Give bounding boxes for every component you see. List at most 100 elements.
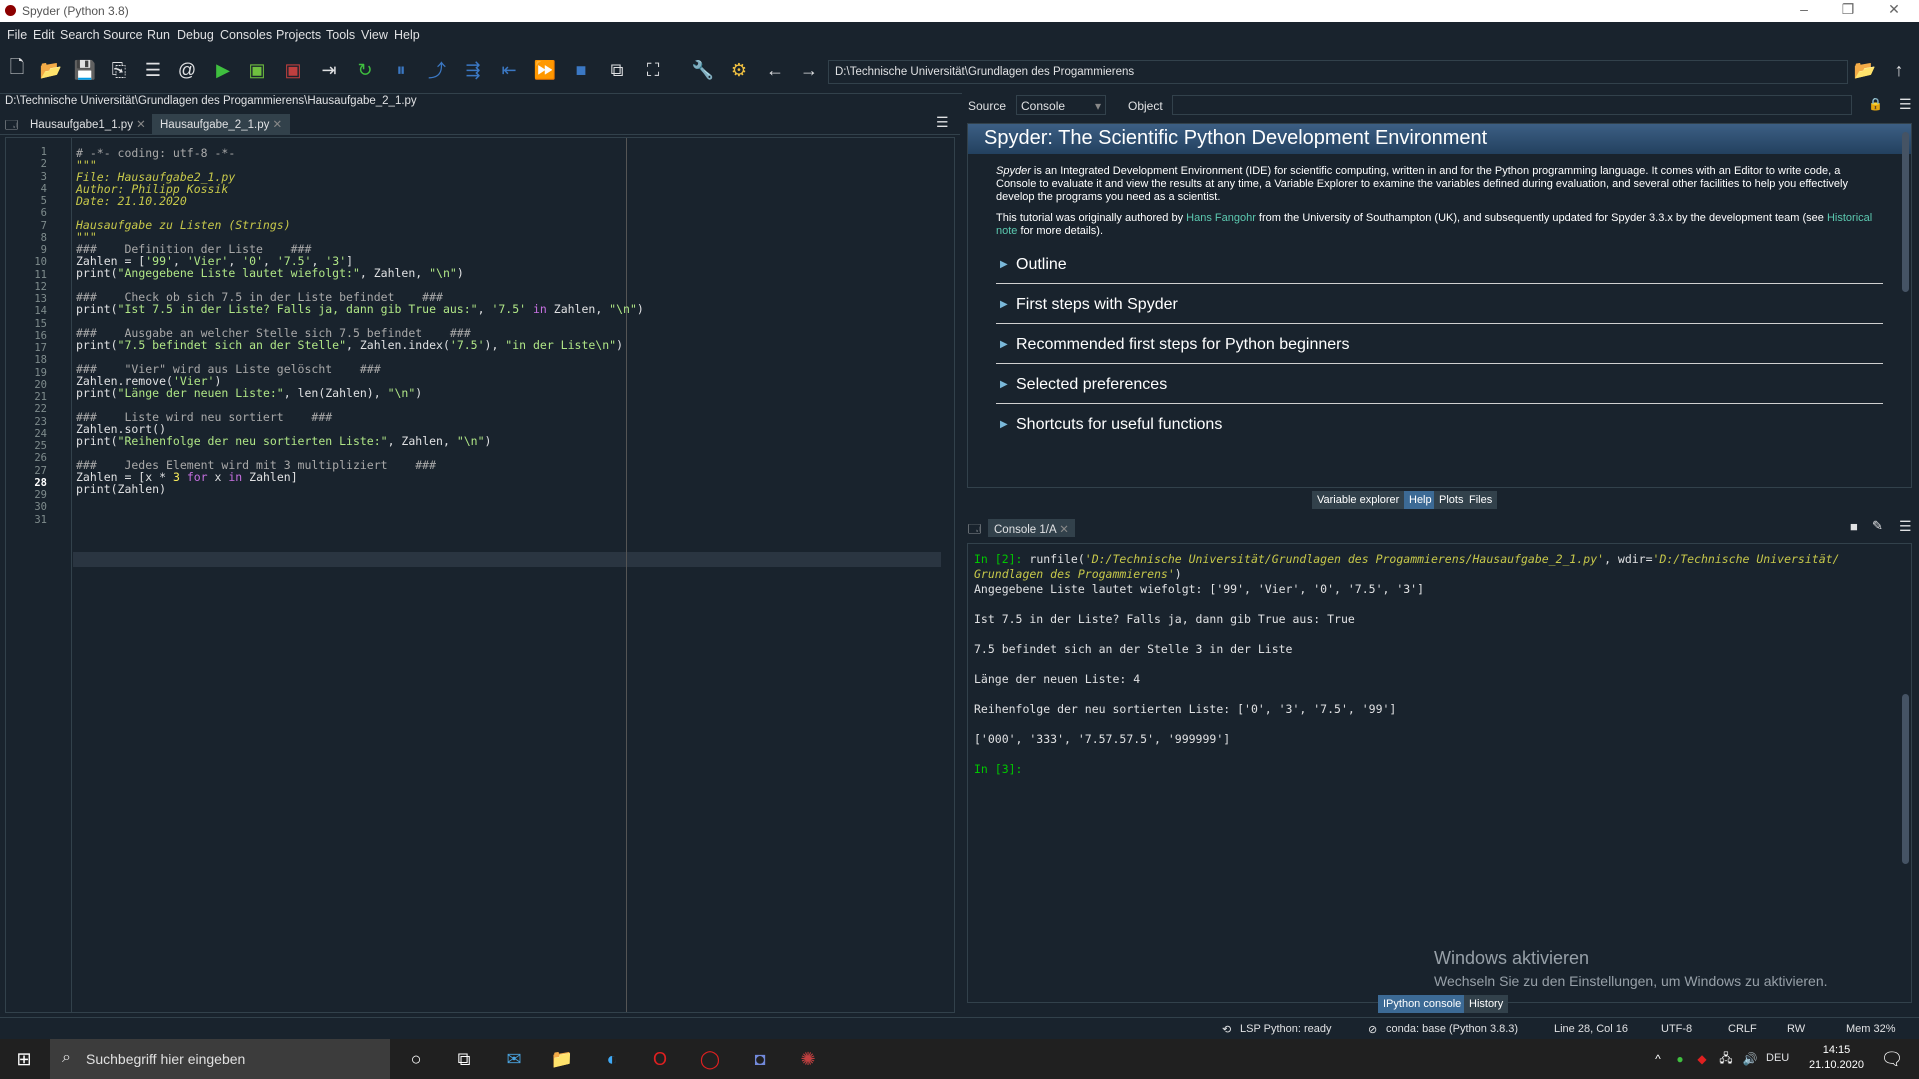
- code-editor[interactable]: 1 2 3 4 5 6 7 8 9 10 11 12 13 14 15 16 17 18 19 20 21 22 23 24 2…: [5, 137, 955, 1013]
- help-options-icon[interactable]: ☰: [1899, 96, 1912, 113]
- continue-icon[interactable]: ⏩: [532, 57, 558, 83]
- open-file-icon[interactable]: 📂: [38, 57, 64, 83]
- fullscreen-icon[interactable]: ⛶: [640, 57, 666, 83]
- taskbar-clock[interactable]: 14:15 21.10.2020: [1809, 1044, 1864, 1071]
- tray-app-icon[interactable]: ●: [1668, 1047, 1692, 1071]
- rerun-icon[interactable]: ↻: [352, 57, 378, 83]
- tab-hausaufgabe-2-1[interactable]: Hausaufgabe_2_1.py ✕: [152, 114, 291, 134]
- menu-help[interactable]: Help: [394, 28, 420, 42]
- save-all-icon[interactable]: ⎘: [106, 57, 132, 83]
- mail-icon[interactable]: ✉: [502, 1047, 526, 1071]
- task-view-icon[interactable]: ⧉: [452, 1047, 476, 1071]
- menu-file[interactable]: File: [7, 28, 27, 42]
- discord-icon[interactable]: ◘: [748, 1047, 772, 1071]
- run-cell-icon[interactable]: ▣: [244, 57, 270, 83]
- menu-consoles[interactable]: Consoles: [220, 28, 272, 42]
- tray-chevron-icon[interactable]: ^: [1646, 1047, 1670, 1071]
- menu-debug[interactable]: Debug: [177, 28, 214, 42]
- browse-tabs-icon[interactable]: 🗔: [5, 116, 18, 137]
- lock-icon[interactable]: 🔒: [1868, 97, 1883, 111]
- close-tab-icon[interactable]: ✕: [1059, 524, 1069, 536]
- menu-tools[interactable]: Tools: [326, 28, 355, 42]
- step-return-icon[interactable]: ⇤: [496, 57, 522, 83]
- restore-icon[interactable]: ❐: [1838, 1, 1858, 18]
- help-scrollbar[interactable]: [1902, 132, 1909, 292]
- section-preferences[interactable]: ▶ Selected preferences: [996, 364, 1883, 404]
- browse-tabs-icon[interactable]: 🗔: [968, 520, 981, 541]
- run-icon[interactable]: ▶: [210, 57, 236, 83]
- section-beginners[interactable]: ▶ Recommended first steps for Python begi…: [996, 324, 1883, 364]
- stop-kernel-icon[interactable]: ■: [1850, 519, 1858, 534]
- line-number: 24: [34, 427, 47, 440]
- taskbar-search[interactable]: ⌕ Suchbegriff hier eingeben: [50, 1039, 390, 1079]
- menu-projects[interactable]: Projects: [276, 28, 321, 42]
- at-icon[interactable]: @: [174, 57, 200, 83]
- minimize-icon[interactable]: –: [1794, 1, 1814, 17]
- list-icon[interactable]: ☰: [140, 57, 166, 83]
- tray-security-icon[interactable]: ◆: [1690, 1047, 1714, 1071]
- debug-icon[interactable]: ⏸: [388, 57, 414, 83]
- console-command: , wdir=: [1604, 552, 1653, 566]
- working-directory-input[interactable]: D:\Technische Universität\Grundlagen des…: [828, 60, 1848, 84]
- save-icon[interactable]: 💾: [72, 57, 98, 83]
- menu-search[interactable]: Search: [60, 28, 100, 42]
- stop-icon[interactable]: ■: [568, 57, 594, 83]
- title-bar: Spyder (Python 3.8) – ❐ ✕: [0, 0, 1919, 22]
- close-tab-icon[interactable]: ✕: [136, 119, 146, 131]
- help-paragraph-1: Spyder is an Integrated Development Envi…: [996, 165, 1883, 204]
- new-file-icon[interactable]: 🗋: [4, 57, 30, 83]
- source-select[interactable]: Console ▾: [1016, 95, 1106, 115]
- browse-folder-icon[interactable]: 📂: [1852, 57, 1878, 83]
- menu-edit[interactable]: Edit: [33, 28, 55, 42]
- help-pane: Source Console ▾ Object 🔒 ☰ Spyder: The S…: [962, 93, 1919, 513]
- editor-scrollbar[interactable]: [942, 142, 952, 1002]
- console-scrollbar[interactable]: [1902, 694, 1909, 864]
- section-shortcuts[interactable]: ▶ Shortcuts for useful functions: [996, 404, 1883, 444]
- menu-source[interactable]: Source: [103, 28, 143, 42]
- opera-icon[interactable]: O: [648, 1047, 672, 1071]
- section-outline[interactable]: ▶ Outline: [996, 244, 1883, 284]
- maximize-pane-icon[interactable]: ⧉: [604, 57, 630, 83]
- step-into-icon[interactable]: ⇶: [460, 57, 486, 83]
- forward-icon[interactable]: →: [796, 57, 822, 83]
- clear-console-icon[interactable]: ✎: [1872, 518, 1883, 534]
- spyder-taskbar-icon[interactable]: ✺: [796, 1047, 820, 1071]
- volume-icon[interactable]: 🔊: [1738, 1047, 1762, 1071]
- author-link[interactable]: Hans Fangohr: [1186, 212, 1256, 224]
- run-selection-icon[interactable]: ⇥: [316, 57, 342, 83]
- tab-help[interactable]: Help: [1404, 491, 1437, 509]
- menu-view[interactable]: View: [361, 28, 388, 42]
- notifications-icon[interactable]: 🗨: [1880, 1047, 1904, 1071]
- editor-options-icon[interactable]: ☰: [936, 114, 949, 131]
- edge-icon[interactable]: ◐: [600, 1047, 624, 1071]
- help-text: for more details).: [1017, 225, 1104, 237]
- tab-console-1a[interactable]: Console 1/A ✕: [988, 519, 1075, 537]
- menu-run[interactable]: Run: [147, 28, 170, 42]
- opera-gx-icon[interactable]: ◯: [698, 1047, 722, 1071]
- python-path-icon[interactable]: ⚙: [726, 57, 752, 83]
- cortana-icon[interactable]: ○: [404, 1047, 428, 1071]
- tab-history[interactable]: History: [1464, 995, 1509, 1013]
- parent-dir-icon[interactable]: ↑: [1886, 57, 1912, 83]
- tab-ipython-console[interactable]: IPython console: [1378, 995, 1467, 1013]
- tab-files[interactable]: Files: [1464, 491, 1498, 509]
- file-explorer-icon[interactable]: 📁: [550, 1047, 574, 1071]
- line-number: 30: [34, 501, 47, 514]
- object-input[interactable]: [1172, 95, 1852, 115]
- tab-hausaufgabe1-1[interactable]: Hausaufgabe1_1.py ✕: [22, 114, 154, 134]
- input-language[interactable]: DEU: [1766, 1052, 1789, 1064]
- section-first-steps[interactable]: ▶ First steps with Spyder: [996, 284, 1883, 324]
- step-icon[interactable]: ⤴: [424, 57, 450, 83]
- run-cell-advance-icon[interactable]: ▣: [280, 57, 306, 83]
- close-tab-icon[interactable]: ✕: [273, 119, 283, 131]
- close-icon[interactable]: ✕: [1884, 1, 1904, 18]
- line-number: 4: [40, 182, 47, 195]
- help-text: from the University of Southampton (UK),…: [1255, 212, 1827, 224]
- network-icon[interactable]: 🖧: [1714, 1047, 1738, 1071]
- back-icon[interactable]: ←: [762, 57, 788, 83]
- preferences-icon[interactable]: 🔧: [690, 57, 716, 83]
- windows-start-icon[interactable]: ⊞: [12, 1047, 36, 1071]
- tab-variable-explorer[interactable]: Variable explorer: [1312, 491, 1405, 509]
- console-output[interactable]: In [2]: runfile('D:/Technische Universit…: [967, 543, 1912, 1003]
- console-options-icon[interactable]: ☰: [1899, 518, 1912, 535]
